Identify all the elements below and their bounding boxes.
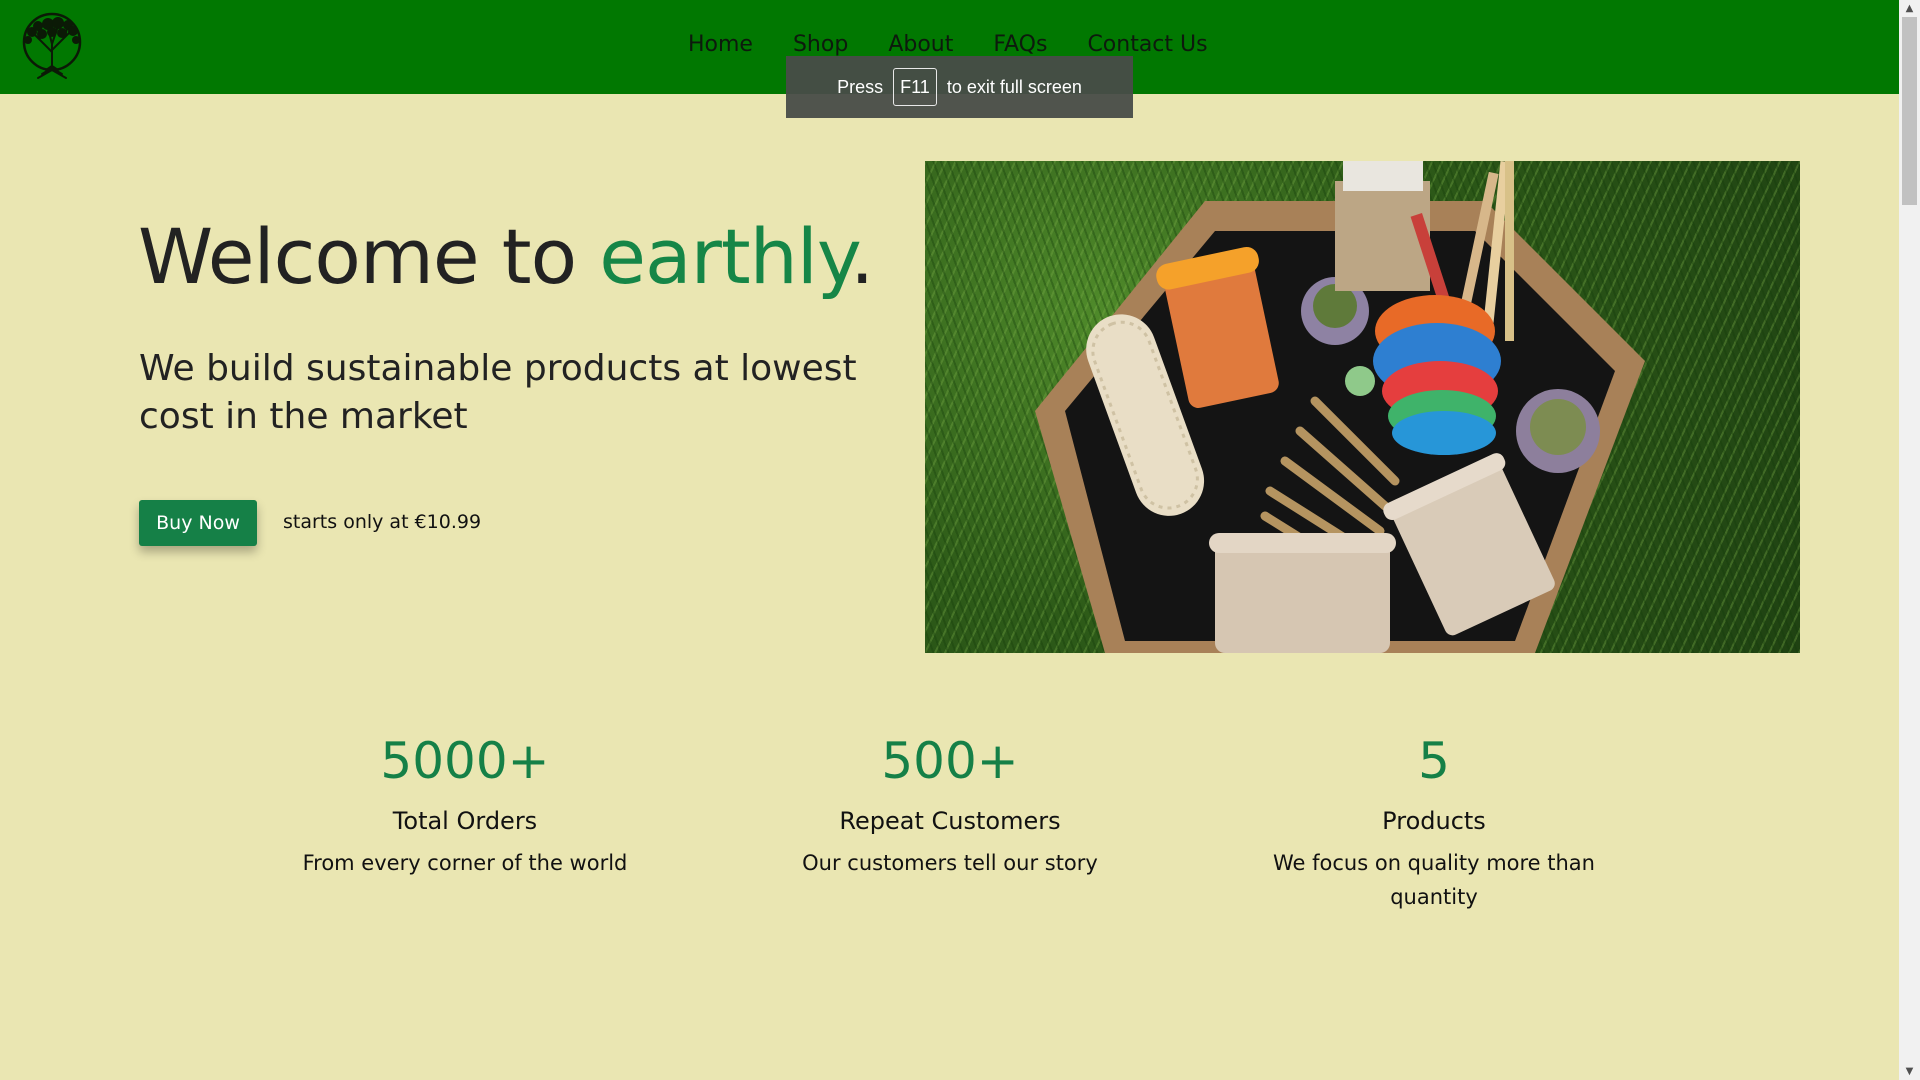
hero-title-brand: earthly [599, 212, 851, 301]
stat-number: 5 [1418, 732, 1450, 790]
hero-title-prefix: Welcome to [138, 212, 600, 301]
arrow-up-icon[interactable]: ▲ [1899, 0, 1920, 17]
scrollbar-thumb[interactable] [1902, 17, 1917, 205]
stat-repeat-customers: 500+ Repeat Customers Our customers tell… [740, 728, 1160, 880]
stat-number: 500+ [881, 732, 1019, 790]
price-note: starts only at €10.99 [283, 511, 482, 533]
hero-subtitle: We build sustainable products at lowest … [139, 348, 857, 437]
nav-home-link[interactable]: Home [688, 32, 753, 57]
fullscreen-toast: Press F11 to exit full screen [786, 56, 1133, 118]
stat-products: 5 Products We focus on quality more than… [1224, 728, 1644, 914]
hero-title: Welcome to earthly. [138, 212, 874, 301]
nav-faqs-link[interactable]: FAQs [993, 32, 1047, 57]
stat-total-orders: 5000+ Total Orders From every corner of … [255, 728, 675, 880]
page-scrollbar[interactable]: ▲ ▼ [1899, 0, 1920, 1080]
toast-key-badge: F11 [893, 68, 937, 106]
main-nav: Home Shop About FAQs Contact Us [688, 32, 1208, 57]
buy-now-button[interactable]: Buy Now [139, 500, 257, 546]
arrow-down-icon[interactable]: ▼ [1899, 1063, 1920, 1080]
stat-description: We focus on quality more than quantity [1273, 851, 1595, 909]
hero-product-image [925, 161, 1800, 653]
stat-label: Total Orders [392, 807, 538, 835]
nav-shop-link[interactable]: Shop [793, 32, 848, 57]
stat-description: From every corner of the world [302, 851, 628, 875]
toast-press-text: Press [837, 76, 884, 97]
stat-number: 5000+ [380, 732, 550, 790]
stat-description: Our customers tell our story [802, 851, 1098, 875]
stat-label: Repeat Customers [839, 807, 1061, 835]
stat-label: Products [1382, 807, 1486, 835]
hero-title-suffix: . [850, 212, 874, 301]
nav-about-link[interactable]: About [888, 32, 953, 57]
nav-contact-link[interactable]: Contact Us [1087, 32, 1207, 57]
tree-logo-icon[interactable] [12, 10, 92, 84]
toast-rest-text: to exit full screen [946, 76, 1082, 97]
